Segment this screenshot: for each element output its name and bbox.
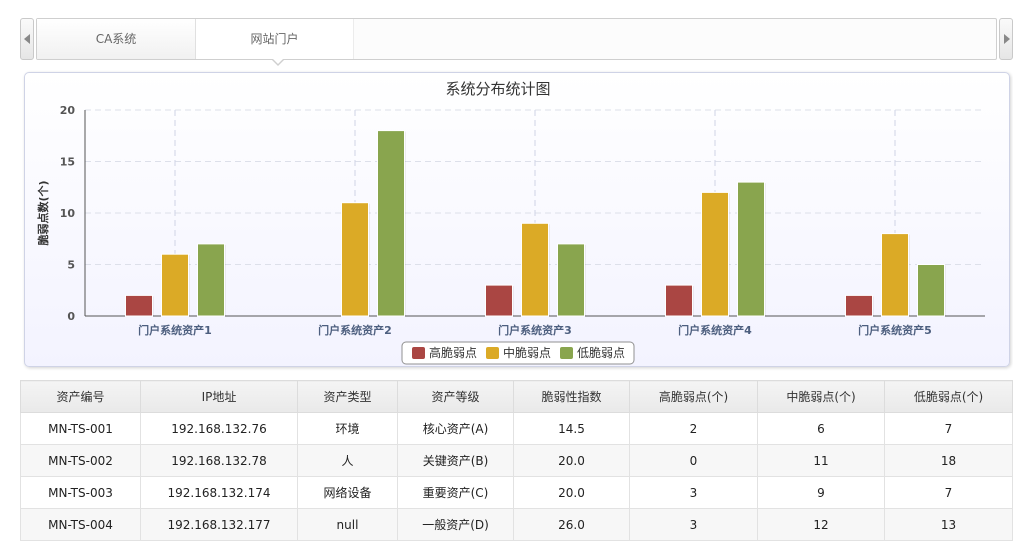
column-header[interactable]: 低脆弱点(个) (884, 380, 1013, 413)
bar-2-4 (701, 191, 729, 317)
table-cell: 192.168.132.76 (140, 412, 298, 445)
bar-2-5 (881, 233, 909, 317)
table-cell: 一般资产(D) (397, 508, 514, 541)
legend-swatch (412, 347, 425, 359)
chart-title: 系统分布统计图 (445, 80, 550, 98)
legend-label: 低脆弱点 (577, 345, 625, 360)
table-cell: 7 (884, 476, 1013, 509)
chart-panel: 系统分布统计图 0 5 10 15 20 脆弱点数(个) 门户系统资产1 门户系统资产2 门户系统… (24, 72, 1010, 367)
bar-3-3 (557, 243, 585, 317)
table-cell: MN-TS-004 (20, 508, 141, 541)
asset-table: 资产编号 IP地址 资产类型 资产等级 脆弱性指数 高脆弱点(个) 中脆弱点(个… (20, 380, 1013, 541)
x-tick-label: 门户系统资产3 (498, 323, 572, 337)
table-cell: 20.0 (513, 444, 630, 477)
x-tick-label: 门户系统资产2 (318, 323, 392, 337)
table-cell: 人 (297, 444, 398, 477)
table-cell: 3 (629, 508, 758, 541)
x-tick-label: 门户系统资产5 (858, 323, 932, 337)
table-cell: 核心资产(A) (397, 412, 514, 445)
table-cell: 7 (884, 412, 1013, 445)
table-cell: 11 (757, 444, 885, 477)
table-cell: 2 (629, 412, 758, 445)
column-header[interactable]: 资产编号 (20, 380, 141, 413)
table-cell: 0 (629, 444, 758, 477)
tab-scroll-left-button[interactable] (20, 18, 34, 60)
column-header[interactable]: 脆弱性指数 (513, 380, 630, 413)
table-cell: 9 (757, 476, 885, 509)
table-cell: MN-TS-002 (20, 444, 141, 477)
table-cell: 关键资产(B) (397, 444, 514, 477)
table-cell: 14.5 (513, 412, 630, 445)
y-tick-label: 5 (67, 259, 75, 272)
legend-swatch (560, 347, 573, 359)
table-cell: MN-TS-003 (20, 476, 141, 509)
table-row[interactable]: MN-TS-002 192.168.132.78 人 关键资产(B) 20.0 … (20, 444, 1013, 477)
bar-1-5 (845, 294, 873, 317)
table-cell: 192.168.132.174 (140, 476, 298, 509)
table-cell: 18 (884, 444, 1013, 477)
column-header[interactable]: 中脆弱点(个) (757, 380, 885, 413)
table-cell: MN-TS-001 (20, 412, 141, 445)
tab-website-portal[interactable]: 网站门户 (196, 19, 354, 59)
column-header[interactable]: 资产等级 (397, 380, 514, 413)
bar-3-5 (917, 264, 945, 317)
tab-scroll-right-button[interactable] (999, 18, 1013, 60)
x-tick-label: 门户系统资产1 (138, 323, 212, 337)
table-cell: 192.168.132.177 (140, 508, 298, 541)
table-cell: 13 (884, 508, 1013, 541)
table-row[interactable]: MN-TS-001 192.168.132.76 环境 核心资产(A) 14.5… (20, 412, 1013, 445)
active-tab-pointer-inner (272, 58, 284, 64)
legend-label: 高脆弱点 (429, 345, 477, 360)
legend-label: 中脆弱点 (503, 345, 551, 360)
bar-3-1 (197, 243, 225, 317)
y-tick-label: 10 (60, 207, 76, 220)
chevron-right-icon (1004, 34, 1010, 44)
bar-2-3 (521, 222, 549, 317)
column-header[interactable]: 高脆弱点(个) (629, 380, 758, 413)
table-cell: 3 (629, 476, 758, 509)
table-cell: 重要资产(C) (397, 476, 514, 509)
tab-ca-system[interactable]: CA系统 (37, 19, 196, 59)
table-header-row: 资产编号 IP地址 资产类型 资产等级 脆弱性指数 高脆弱点(个) 中脆弱点(个… (20, 380, 1013, 413)
chevron-left-icon (24, 34, 30, 44)
bar-1-3 (485, 284, 513, 317)
y-axis-label: 脆弱点数(个) (36, 180, 50, 246)
bar-3-2 (377, 130, 405, 317)
table-cell: 网络设备 (297, 476, 398, 509)
bar-1-4 (665, 284, 693, 317)
y-tick-label: 15 (60, 156, 75, 169)
column-header[interactable]: IP地址 (140, 380, 298, 413)
table-cell: 192.168.132.78 (140, 444, 298, 477)
tab-list: CA系统 网站门户 (36, 18, 997, 60)
table-cell: 12 (757, 508, 885, 541)
table-cell: 26.0 (513, 508, 630, 541)
y-tick-label: 20 (60, 104, 76, 117)
y-tick-label: 0 (67, 310, 75, 323)
legend-swatch (486, 347, 499, 359)
bar-2-1 (161, 253, 189, 317)
column-header[interactable]: 资产类型 (297, 380, 398, 413)
bar-1-1 (125, 294, 153, 317)
table-row[interactable]: MN-TS-004 192.168.132.177 null 一般资产(D) 2… (20, 508, 1013, 541)
bar-2-2 (341, 202, 369, 317)
bar-chart: 系统分布统计图 0 5 10 15 20 脆弱点数(个) 门户系统资产1 门户系统资产2 门户系统… (36, 80, 985, 365)
table-row[interactable]: MN-TS-003 192.168.132.174 网络设备 重要资产(C) 2… (20, 476, 1013, 509)
table-cell: 环境 (297, 412, 398, 445)
tab-strip: CA系统 网站门户 (20, 18, 1013, 60)
table-cell: null (297, 508, 398, 541)
bar-3-4 (737, 181, 765, 317)
table-cell: 20.0 (513, 476, 630, 509)
table-cell: 6 (757, 412, 885, 445)
x-tick-label: 门户系统资产4 (678, 323, 752, 337)
